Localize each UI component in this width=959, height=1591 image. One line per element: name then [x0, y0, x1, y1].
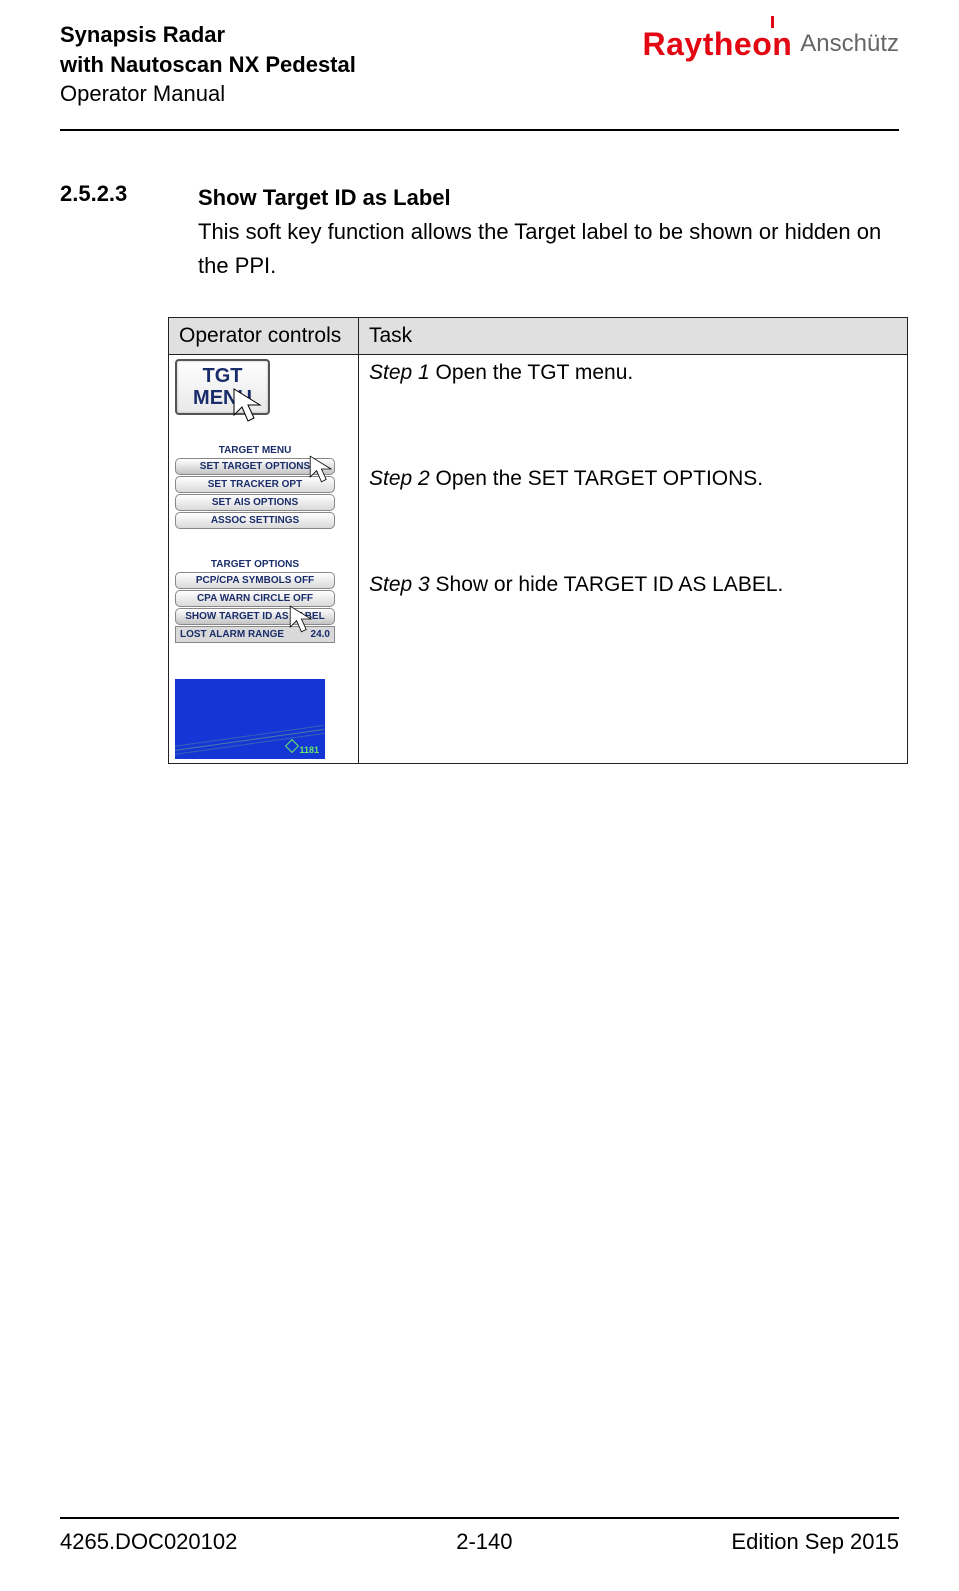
tm-mark-icon [771, 16, 774, 28]
page-header: Synapsis Radar with Nautoscan NX Pedesta… [60, 20, 899, 131]
section-heading: 2.5.2.3 Show Target ID as Label This sof… [60, 181, 899, 283]
step-number: Step 3 [369, 573, 430, 596]
manual-type: Operator Manual [60, 79, 356, 109]
edition: Edition Sep 2015 [731, 1529, 899, 1555]
ppi-preview: 1181 [175, 679, 325, 759]
section-title: Show Target ID as Label [198, 181, 899, 215]
menu-item-pcp-cpa-symbols[interactable]: PCP/CPA SYMBOLS OFF [175, 572, 335, 589]
tgt-menu-button[interactable]: TGT MENU [175, 359, 270, 415]
doc-id: 4265.DOC020102 [60, 1529, 237, 1555]
brand-main: Raytheon [642, 26, 792, 63]
product-name-line1: Synapsis Radar [60, 20, 356, 50]
section-number: 2.5.2.3 [60, 181, 150, 283]
task-step-3: Step 3 Show or hide TARGET ID AS LABEL. [369, 573, 897, 597]
step-number: Step 2 [369, 467, 430, 490]
brand-logo: Raytheon Anschütz [642, 26, 899, 63]
lost-alarm-label: LOST ALARM RANGE [180, 629, 284, 640]
task-step-2: Step 2 Open the SET TARGET OPTIONS. [369, 467, 897, 491]
menu-item-set-ais-options[interactable]: SET AIS OPTIONS [175, 494, 335, 511]
target-symbol-icon [285, 739, 299, 753]
target-options-panel: TARGET OPTIONS PCP/CPA SYMBOLS OFF CPA W… [175, 557, 335, 643]
table-header-row: Operator controls Task [169, 318, 908, 355]
col-header-task: Task [359, 318, 908, 355]
step-text: Open the TGT menu. [430, 361, 634, 384]
brand-sub: Anschütz [800, 30, 899, 58]
section-body: Show Target ID as Label This soft key fu… [198, 181, 899, 283]
menu-item-assoc-settings[interactable]: ASSOC SETTINGS [175, 512, 335, 529]
section-description: This soft key function allows the Target… [198, 215, 899, 283]
tgt-menu-button-line1: TGT [203, 365, 243, 387]
table-row: TGT MENU TARGET MENU SET TARGET OPTIONS … [169, 355, 908, 764]
target-id-label: 1181 [299, 745, 319, 755]
task-cell: Step 1 Open the TGT menu. Step 2 Open th… [359, 355, 908, 764]
page-footer: 4265.DOC020102 2-140 Edition Sep 2015 [60, 1517, 899, 1555]
header-title-block: Synapsis Radar with Nautoscan NX Pedesta… [60, 20, 356, 109]
step-text: Show or hide TARGET ID AS LABEL. [430, 573, 784, 596]
col-header-controls: Operator controls [169, 318, 359, 355]
step-text: Open the SET TARGET OPTIONS. [430, 467, 763, 490]
cursor-icon [287, 603, 319, 635]
procedure-table: Operator controls Task TGT MENU TARGET M… [168, 317, 908, 764]
page-number: 2-140 [456, 1529, 512, 1555]
cursor-icon [230, 385, 270, 425]
operator-controls-cell: TGT MENU TARGET MENU SET TARGET OPTIONS … [169, 355, 359, 764]
cursor-icon [307, 453, 339, 485]
step-number: Step 1 [369, 361, 430, 384]
target-options-title: TARGET OPTIONS [175, 557, 335, 572]
product-name-line2: with Nautoscan NX Pedestal [60, 50, 356, 80]
target-menu-panel: TARGET MENU SET TARGET OPTIONS SET TRACK… [175, 443, 335, 529]
task-step-1: Step 1 Open the TGT menu. [369, 361, 897, 385]
